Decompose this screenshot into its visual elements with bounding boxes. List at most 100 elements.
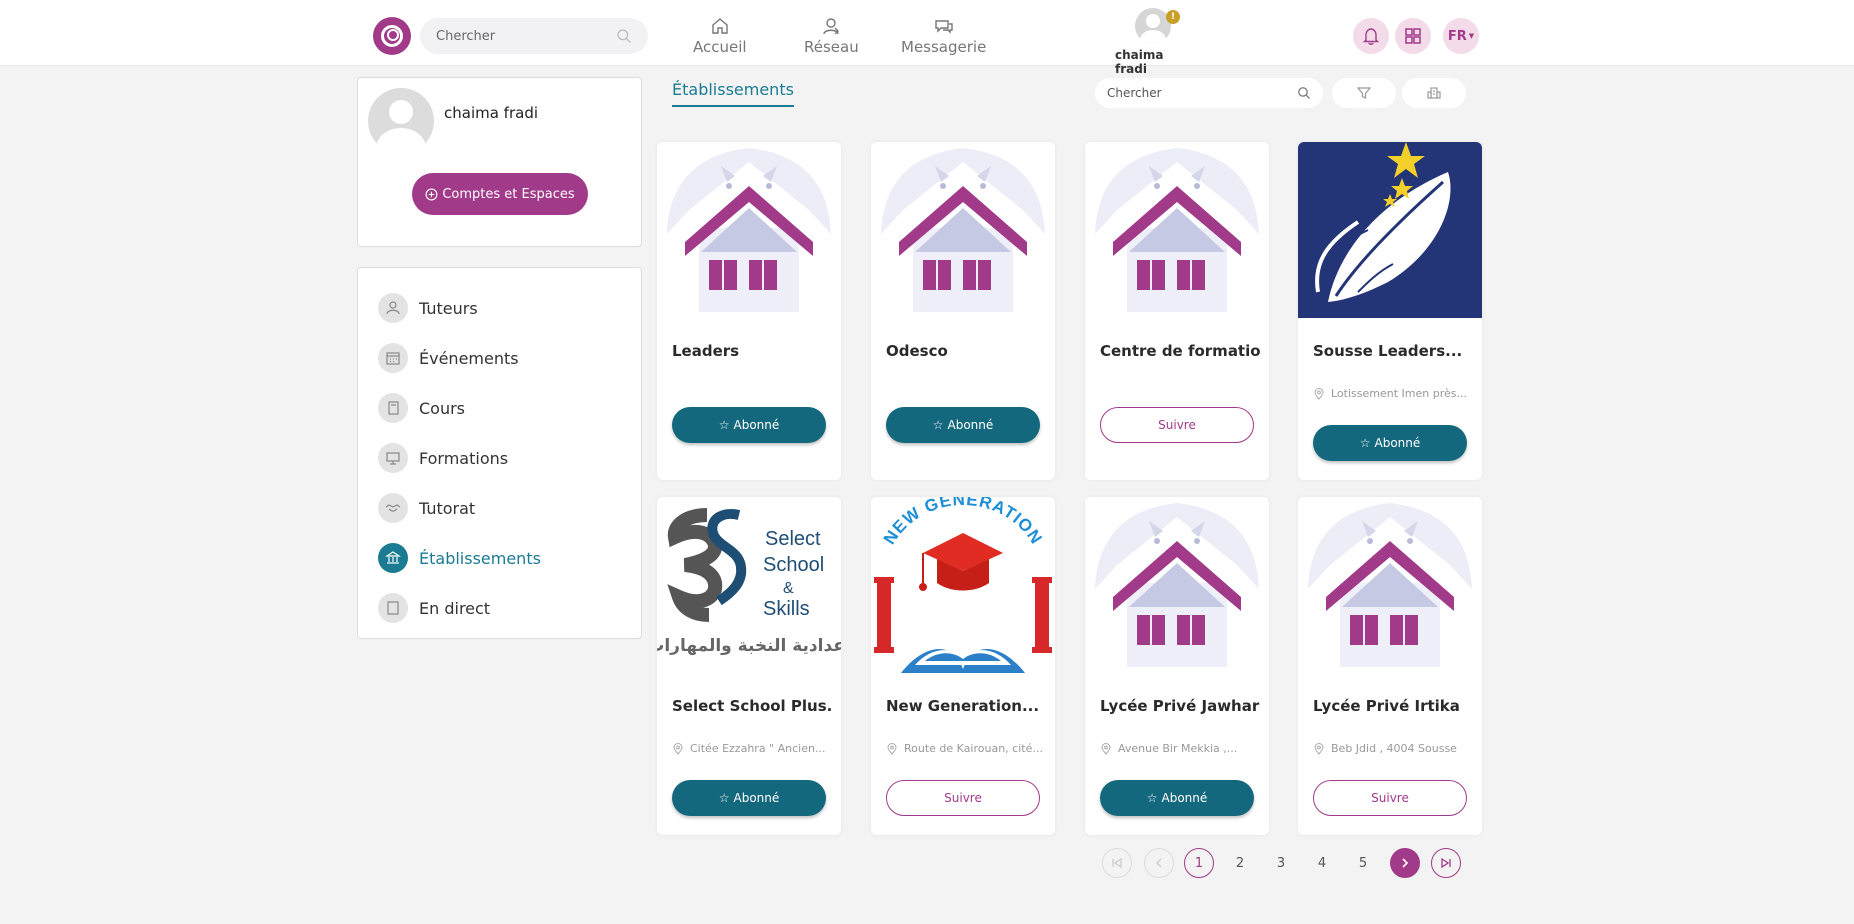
institution-location: Beb Jdid , 4004 Sousse [1313,742,1473,755]
app-logo[interactable] [373,17,411,55]
search-icon[interactable] [1297,86,1311,100]
main-search-box[interactable] [1095,78,1323,108]
institution-card[interactable]: Lycée Privé Jawhara Avenue Bir Mekkia ,.… [1085,497,1269,835]
follow-button[interactable]: Suivre [1313,780,1467,816]
institution-image[interactable] [871,142,1055,318]
star-icon: ☆ [1359,436,1371,450]
sidebar-item-etablissements[interactable]: Établissements [358,533,641,583]
institution-title[interactable]: Select School Plus... [672,697,832,715]
nav-messages[interactable]: Messagerie [901,16,986,56]
institution-image[interactable]: Select School & Skills اعدادية النخبة وا… [657,497,841,673]
institution-image[interactable] [1298,497,1482,673]
location-text: Lotissement Imen près... [1331,387,1467,400]
star-icon: ☆ [1146,791,1158,805]
sidebar-item-tuteurs[interactable]: Tuteurs [358,283,641,333]
location-text: Avenue Bir Mekkia ,... [1118,742,1238,755]
next-page-button[interactable] [1390,848,1420,878]
search-icon[interactable] [616,28,632,44]
sidebar-item-cours[interactable]: Cours [358,383,641,433]
institution-title[interactable]: Odesco [886,342,1046,360]
button-label: Abonné [1374,436,1421,450]
apps-button[interactable] [1395,18,1431,54]
tutor-icon [378,293,408,323]
language-label: FR [1447,28,1467,44]
institution-location: Citée Ezzahra " Ancien... [672,742,832,755]
main-search-input[interactable] [1107,86,1297,100]
profile-name[interactable]: chaima fradi [444,104,538,122]
sidebar-item-label: En direct [419,598,491,618]
page-button[interactable]: 2 [1225,848,1255,878]
institution-filter-button[interactable] [1402,78,1466,108]
last-page-icon [1441,857,1451,869]
accounts-spaces-label: Comptes et Espaces [442,186,575,202]
institution-image[interactable]: NEW GENERATION [871,497,1055,673]
sidebar-item-en-direct[interactable]: En direct [358,583,641,633]
institution-card[interactable]: Odesco ☆ Abonné [871,142,1055,480]
institution-location: Route de Kairouan, cité... [886,742,1046,755]
profile-avatar[interactable] [368,88,434,154]
grid-icon [1405,28,1421,44]
institution-card[interactable]: Sousse Leaders... Lotissement Imen près.… [1298,142,1482,480]
accounts-spaces-button[interactable]: Comptes et Espaces [412,173,588,215]
institution-title[interactable]: Lycée Privé Irtika [1313,697,1473,715]
sidebar-item-label: Formations [419,448,509,468]
plus-circle-icon [425,188,438,200]
subscribed-button[interactable]: ☆ Abonné [1100,780,1254,816]
notifications-button[interactable] [1353,18,1389,54]
subscribed-button[interactable]: ☆ Abonné [672,780,826,816]
top-search-input[interactable] [436,28,616,44]
institution-title[interactable]: Centre de formation [1100,342,1260,360]
location-pin-icon [887,742,897,755]
nav-network[interactable]: Réseau [804,16,859,56]
button-label: Abonné [947,418,994,432]
first-page-icon [1112,857,1122,869]
subscribed-button[interactable]: ☆ Abonné [672,407,826,443]
sidebar-item-evenements[interactable]: Événements [358,333,641,383]
tab-etablissements[interactable]: Établissements [672,80,794,107]
profile-card: chaima fradi Comptes et Espaces [357,77,642,247]
nav-messages-label: Messagerie [901,38,987,56]
chevron-down-icon: ▼ [1468,32,1475,40]
subscribed-button[interactable]: ☆ Abonné [886,407,1040,443]
first-page-button[interactable] [1102,848,1132,878]
filter-button[interactable] [1332,78,1396,108]
institution-card[interactable]: Leaders ☆ Abonné [657,142,841,480]
last-page-button[interactable] [1431,848,1461,878]
institution-card[interactable]: Centre de formation Suivre [1085,142,1269,480]
subscribed-button[interactable]: ☆ Abonné [1313,425,1467,461]
institution-image[interactable] [1298,142,1482,318]
messages-icon [934,20,953,34]
follow-button[interactable]: Suivre [886,780,1040,816]
page-button[interactable]: 3 [1266,848,1296,878]
institution-title[interactable]: Lycée Privé Jawhara [1100,697,1260,715]
institution-title[interactable]: Sousse Leaders... [1313,342,1473,360]
page-button[interactable]: 1 [1184,848,1214,878]
sidebar-item-tutorat[interactable]: Tutorat [358,483,641,533]
chevron-left-icon [1156,858,1162,868]
institution-card[interactable]: Select School & Skills اعدادية النخبة وا… [657,497,841,835]
previous-page-button[interactable] [1144,848,1174,878]
top-search-box[interactable] [420,18,648,54]
location-pin-icon [1314,387,1324,400]
institution-title[interactable]: Leaders [672,342,832,360]
logo-text-select: Select [765,528,821,550]
sidebar-item-label: Tuteurs [419,298,478,318]
language-selector[interactable]: FR ▼ [1443,18,1479,54]
sidebar-item-formations[interactable]: Formations [358,433,641,483]
star-icon: ☆ [718,418,730,432]
institution-image[interactable] [1085,142,1269,318]
institution-location: Avenue Bir Mekkia ,... [1100,742,1260,755]
institution-image[interactable] [1085,497,1269,673]
location-pin-icon [1101,742,1111,755]
page-button[interactable]: 4 [1307,848,1337,878]
home-icon [712,18,728,34]
follow-button[interactable]: Suivre [1100,407,1254,443]
page-button[interactable]: 5 [1348,848,1378,878]
nav-user-name: chaima fradi [1115,48,1164,76]
institution-card[interactable]: NEW GENERATION New Generation... Route d… [871,497,1055,835]
institution-image[interactable] [657,142,841,318]
nav-home[interactable]: Accueil [693,16,747,56]
institution-title[interactable]: New Generation... [886,697,1046,715]
location-text: Beb Jdid , 4004 Sousse [1331,742,1457,755]
institution-card[interactable]: Lycée Privé Irtika Beb Jdid , 4004 Souss… [1298,497,1482,835]
